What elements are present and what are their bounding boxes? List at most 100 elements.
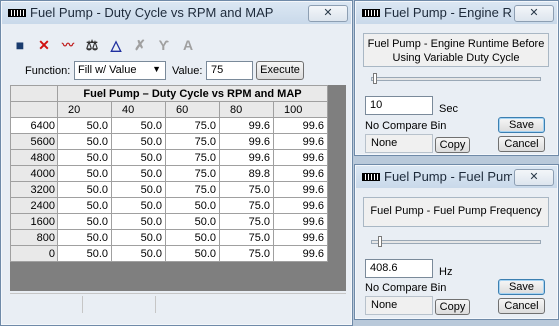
table-cell[interactable]: 99.6 — [219, 117, 274, 134]
value-input[interactable]: 75 — [206, 61, 253, 80]
table-cell[interactable]: 99.6 — [273, 149, 328, 166]
column-header[interactable]: 80 — [219, 101, 274, 118]
table-cell[interactable]: 75.0 — [219, 197, 274, 214]
table-cell[interactable]: 50.0 — [57, 181, 112, 198]
table-cell[interactable]: 50.0 — [111, 149, 166, 166]
frequency-save-button[interactable]: Save — [498, 279, 545, 295]
runtime-title-bar[interactable]: Fuel Pump - Engine Runti ✕ — [356, 2, 557, 24]
table-cell[interactable]: 50.0 — [111, 213, 166, 230]
runtime-save-button[interactable]: Save — [498, 117, 545, 133]
column-header[interactable]: 20 — [57, 101, 112, 118]
table-cell[interactable]: 50.0 — [111, 181, 166, 198]
frequency-compare-label: No Compare Bin — [365, 282, 447, 294]
table-row: 3200 50.0 50.0 75.0 75.0 99.6 — [10, 181, 328, 198]
text-a-icon[interactable]: A — [178, 35, 198, 55]
table-cell[interactable]: 99.6 — [273, 117, 328, 134]
table-cell[interactable]: 50.0 — [165, 197, 220, 214]
chevron-down-icon: ▼ — [152, 64, 161, 74]
table-cell[interactable]: 50.0 — [111, 133, 166, 150]
row-header[interactable]: 1600 — [10, 213, 58, 230]
table-cell[interactable]: 50.0 — [57, 117, 112, 134]
table-cell[interactable]: 50.0 — [111, 245, 166, 262]
balance-icon[interactable]: ⚖ — [82, 35, 102, 55]
row-header[interactable]: 6400 — [10, 117, 58, 134]
column-header[interactable]: 100 — [273, 101, 328, 118]
column-header[interactable]: 60 — [165, 101, 220, 118]
table-cell[interactable]: 50.0 — [165, 213, 220, 230]
chip-icon — [362, 173, 380, 181]
table-cell[interactable]: 75.0 — [219, 181, 274, 198]
scale-x-icon[interactable]: ✗ — [130, 35, 150, 55]
row-header[interactable]: 5600 — [10, 133, 58, 150]
table-cell[interactable]: 99.6 — [273, 197, 328, 214]
table-cell[interactable]: 50.0 — [57, 133, 112, 150]
table-cell[interactable]: 50.0 — [57, 165, 112, 182]
table-cell[interactable]: 75.0 — [219, 213, 274, 230]
main-close-button[interactable]: ✕ — [308, 5, 348, 22]
triangle-icon[interactable]: △ — [106, 35, 126, 55]
table-cell[interactable]: 99.6 — [273, 229, 328, 246]
frequency-slider-track[interactable] — [371, 240, 541, 244]
runtime-close-button[interactable]: ✕ — [514, 5, 554, 22]
table-cell[interactable]: 89.8 — [219, 165, 274, 182]
frequency-copy-button[interactable]: Copy — [435, 299, 470, 315]
table-cell[interactable]: 99.6 — [273, 133, 328, 150]
runtime-slider-thumb[interactable] — [373, 73, 377, 84]
table-row: 1600 50.0 50.0 50.0 75.0 99.6 — [10, 213, 328, 230]
table-cell[interactable]: 50.0 — [111, 165, 166, 182]
table-cell[interactable]: 50.0 — [111, 197, 166, 214]
table-cell[interactable]: 50.0 — [57, 149, 112, 166]
runtime-compare-value: None — [365, 134, 433, 153]
frequency-window-title: Fuel Pump - Fuel Pump ... — [384, 169, 512, 184]
status-pane — [156, 296, 346, 313]
graph-icon[interactable]: 〰 — [58, 35, 78, 55]
delete-icon[interactable]: ✕ — [34, 35, 54, 55]
table-cell[interactable]: 75.0 — [165, 149, 220, 166]
column-header[interactable]: 40 — [111, 101, 166, 118]
table-cell[interactable]: 75.0 — [165, 181, 220, 198]
runtime-slider-track[interactable] — [371, 77, 541, 81]
table-cell[interactable]: 99.6 — [273, 165, 328, 182]
table-cell[interactable]: 99.6 — [273, 245, 328, 262]
runtime-value-input[interactable]: 10 — [365, 96, 433, 115]
frequency-value-input[interactable]: 408.6 — [365, 259, 433, 278]
table-cell[interactable]: 50.0 — [57, 213, 112, 230]
main-title-bar[interactable]: Fuel Pump - Duty Cycle vs RPM and MAP ✕ — [2, 2, 351, 24]
table-cell[interactable]: 50.0 — [57, 229, 112, 246]
execute-button[interactable]: Execute — [256, 61, 304, 80]
frequency-close-button[interactable]: ✕ — [514, 169, 554, 186]
interpolate-icon[interactable]: Ƴ — [154, 35, 174, 55]
frequency-title-bar[interactable]: Fuel Pump - Fuel Pump ... ✕ — [356, 166, 557, 188]
frequency-cancel-button[interactable]: Cancel — [498, 298, 545, 314]
row-header[interactable]: 4800 — [10, 149, 58, 166]
table-cell[interactable]: 50.0 — [57, 197, 112, 214]
row-header[interactable]: 2400 — [10, 197, 58, 214]
runtime-cancel-button[interactable]: Cancel — [498, 136, 545, 152]
function-select[interactable]: Fill w/ Value ▼ — [74, 61, 166, 80]
row-header[interactable]: 0 — [10, 245, 58, 262]
table-cell[interactable]: 99.6 — [273, 213, 328, 230]
table-cell[interactable]: 99.6 — [219, 133, 274, 150]
frequency-slider-thumb[interactable] — [378, 236, 382, 247]
table-cell[interactable]: 75.0 — [165, 165, 220, 182]
runtime-compare-label: No Compare Bin — [365, 120, 447, 132]
table-cell[interactable]: 50.0 — [165, 229, 220, 246]
row-header[interactable]: 3200 — [10, 181, 58, 198]
table-cell[interactable]: 50.0 — [111, 117, 166, 134]
main-window-title: Fuel Pump - Duty Cycle vs RPM and MAP — [30, 5, 274, 20]
table-cell[interactable]: 50.0 — [57, 245, 112, 262]
table-cell[interactable]: 99.6 — [219, 149, 274, 166]
table-cell[interactable]: 50.0 — [111, 229, 166, 246]
table-cell[interactable]: 50.0 — [165, 245, 220, 262]
table-cell[interactable]: 75.0 — [219, 245, 274, 262]
table-cell[interactable]: 75.0 — [165, 117, 220, 134]
row-header[interactable]: 800 — [10, 229, 58, 246]
row-header[interactable]: 4000 — [10, 165, 58, 182]
runtime-description-line2: Using Variable Duty Cycle — [392, 52, 520, 64]
save-icon[interactable]: ■ — [10, 35, 30, 55]
table-cell[interactable]: 99.6 — [273, 181, 328, 198]
table-cell[interactable]: 75.0 — [219, 229, 274, 246]
runtime-copy-button[interactable]: Copy — [435, 137, 470, 153]
frequency-compare-value: None — [365, 296, 433, 315]
table-cell[interactable]: 75.0 — [165, 133, 220, 150]
